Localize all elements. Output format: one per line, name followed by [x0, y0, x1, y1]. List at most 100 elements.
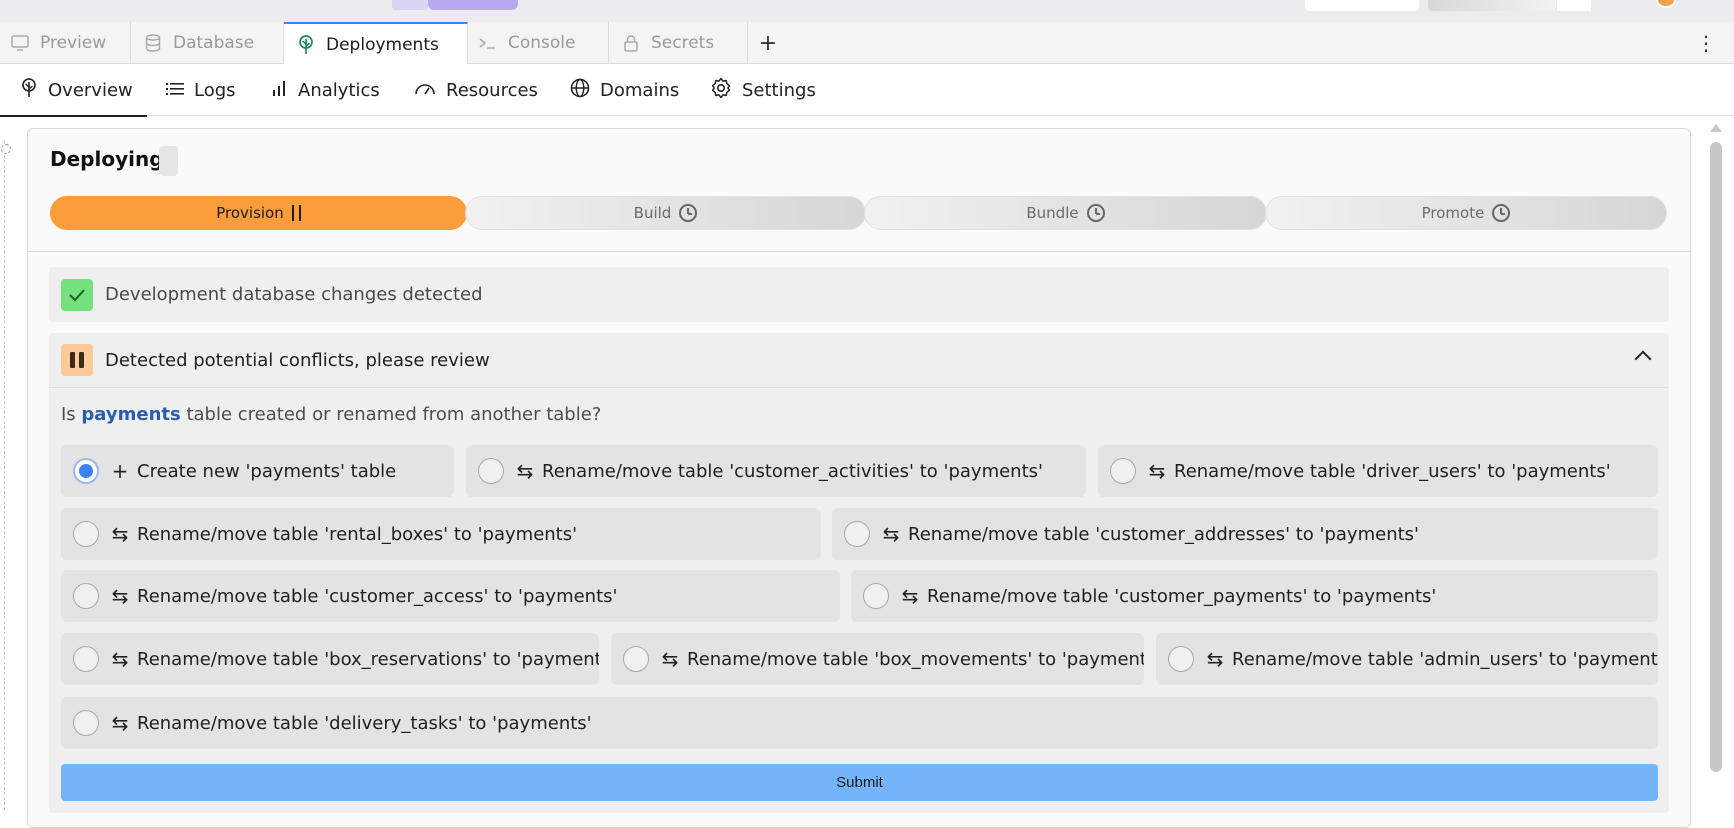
add-tab-button[interactable]: +	[748, 22, 788, 64]
option-label: Rename/move table 'rental_boxes' to 'pay…	[137, 523, 578, 545]
swap-arrows-icon: ⇆	[901, 584, 919, 608]
option-label: Rename/move table 'box_movements' to 'pa…	[687, 648, 1144, 670]
swap-arrows-icon: ⇆	[1148, 459, 1166, 483]
more-options-icon[interactable]: ⋮	[1696, 22, 1716, 64]
top-pill-right[interactable]	[428, 0, 518, 10]
scrollbar-thumb[interactable]	[1710, 142, 1722, 772]
workspace-tabbar: Preview Database Deployments Console Sec…	[0, 22, 1734, 65]
loading-spinner-icon	[1, 144, 11, 154]
tab-database[interactable]: Database	[131, 22, 284, 64]
terminal-icon	[478, 33, 498, 53]
radio-button[interactable]	[623, 646, 649, 672]
option-rename-table[interactable]: ⇆ Rename/move table 'customer_addresses'…	[832, 508, 1658, 560]
subnav-logs[interactable]: Logs	[166, 64, 236, 116]
option-rename-table[interactable]: ⇆ Rename/move table 'admin_users' to 'pa…	[1156, 633, 1658, 685]
left-gutter	[1, 140, 14, 810]
tab-deployments[interactable]: Deployments	[284, 22, 468, 65]
question-prefix: Is	[61, 404, 76, 425]
pause-icon	[291, 205, 301, 221]
lock-icon	[621, 33, 641, 53]
radio-button[interactable]	[844, 521, 870, 547]
option-label: Create new 'payments' table	[137, 460, 397, 482]
subnav-overview[interactable]: Overview	[0, 64, 147, 117]
subnav-label: Domains	[600, 79, 680, 101]
conflicts-text: Detected potential conflicts, please rev…	[105, 349, 490, 371]
option-rename-table[interactable]: ⇆ Rename/move table 'customer_payments' …	[851, 570, 1658, 622]
option-rename-table[interactable]: ⇆ Rename/move table 'customer_activities…	[466, 445, 1086, 497]
status-chip	[159, 146, 178, 176]
option-rename-table[interactable]: ⇆ Rename/move table 'box_reservations' t…	[61, 633, 599, 685]
tab-label: Database	[173, 33, 255, 53]
swap-arrows-icon: ⇆	[1206, 647, 1224, 671]
conflicts-header[interactable]: Detected potential conflicts, please rev…	[49, 333, 1669, 388]
monitor-icon	[10, 33, 30, 53]
option-rename-table[interactable]: ⇆ Rename/move table 'customer_access' to…	[61, 570, 840, 622]
avatar[interactable]	[1656, 0, 1676, 8]
submit-button[interactable]: Submit	[61, 764, 1658, 801]
deployment-stepper: Provision Build Bundle Promote	[50, 196, 1667, 230]
top-control-a[interactable]	[1305, 0, 1419, 11]
subnav-label: Overview	[48, 79, 133, 101]
radio-button[interactable]	[1110, 458, 1136, 484]
scroll-up-arrow-icon[interactable]	[1710, 124, 1722, 132]
changes-detected-text: Development database changes detected	[105, 284, 483, 305]
step-label: Build	[633, 204, 672, 222]
radio-button[interactable]	[863, 583, 889, 609]
clock-icon	[1086, 204, 1105, 222]
pause-icon	[61, 344, 93, 376]
option-label: Rename/move table 'customer_access' to '…	[137, 585, 618, 607]
radio-button[interactable]	[478, 458, 504, 484]
tab-console[interactable]: Console	[468, 22, 609, 64]
chevron-up-icon[interactable]	[1634, 350, 1652, 368]
option-create-table[interactable]: + Create new 'payments' table	[61, 445, 454, 497]
bar-chart-icon	[272, 80, 288, 101]
list-icon	[166, 80, 184, 101]
step-label: Provision	[216, 204, 284, 222]
changes-detected-card: Development database changes detected	[49, 267, 1669, 322]
step-provision: Provision	[50, 196, 467, 230]
top-chrome-strip	[0, 0, 1734, 22]
radio-button[interactable]	[1168, 646, 1194, 672]
clock-icon	[1492, 204, 1511, 222]
radio-button[interactable]	[73, 583, 99, 609]
subnav-domains[interactable]: Domains	[570, 64, 679, 116]
radio-button[interactable]	[73, 458, 99, 484]
gauge-icon	[414, 80, 436, 101]
option-rename-table[interactable]: ⇆ Rename/move table 'delivery_tasks' to …	[61, 697, 1658, 749]
option-rename-table[interactable]: ⇆ Rename/move table 'box_movements' to '…	[611, 633, 1144, 685]
option-label: Rename/move table 'box_reservations' to …	[137, 648, 599, 670]
table-name: payments	[81, 404, 181, 425]
tab-preview[interactable]: Preview	[0, 22, 131, 64]
radio-button[interactable]	[73, 646, 99, 672]
swap-arrows-icon: ⇆	[516, 459, 534, 483]
swap-arrows-icon: ⇆	[111, 711, 129, 735]
deployment-subnav: Overview Logs Analytics Resources Domain…	[0, 64, 1734, 117]
top-control-b[interactable]	[1428, 0, 1556, 11]
question-suffix: table created or renamed from another ta…	[186, 404, 602, 425]
tab-label: Deployments	[326, 34, 439, 55]
step-promote: Promote	[1265, 196, 1667, 230]
option-label: Rename/move table 'customer_payments' to…	[927, 585, 1437, 607]
tab-label: Secrets	[651, 33, 715, 53]
step-label: Bundle	[1026, 204, 1079, 222]
database-icon	[143, 33, 163, 53]
gear-icon	[710, 77, 732, 104]
option-rename-table[interactable]: ⇆ Rename/move table 'rental_boxes' to 'p…	[61, 508, 821, 560]
top-pill-left[interactable]	[392, 0, 428, 10]
scrollbar[interactable]	[1708, 120, 1724, 810]
radio-button[interactable]	[73, 710, 99, 736]
clock-icon	[679, 204, 698, 222]
subnav-resources[interactable]: Resources	[414, 64, 538, 116]
top-control-c[interactable]	[1557, 0, 1591, 11]
tab-secrets[interactable]: Secrets	[609, 22, 748, 64]
swap-arrows-icon: ⇆	[111, 522, 129, 546]
subnav-settings[interactable]: Settings	[710, 64, 816, 116]
subnav-label: Resources	[446, 79, 538, 101]
tab-label: Console	[508, 33, 576, 53]
radio-button[interactable]	[73, 521, 99, 547]
option-rename-table[interactable]: ⇆ Rename/move table 'driver_users' to 'p…	[1098, 445, 1658, 497]
subnav-label: Settings	[742, 79, 816, 101]
step-label: Promote	[1421, 204, 1485, 222]
page-title: Deploying	[50, 147, 164, 171]
subnav-analytics[interactable]: Analytics	[272, 64, 380, 116]
